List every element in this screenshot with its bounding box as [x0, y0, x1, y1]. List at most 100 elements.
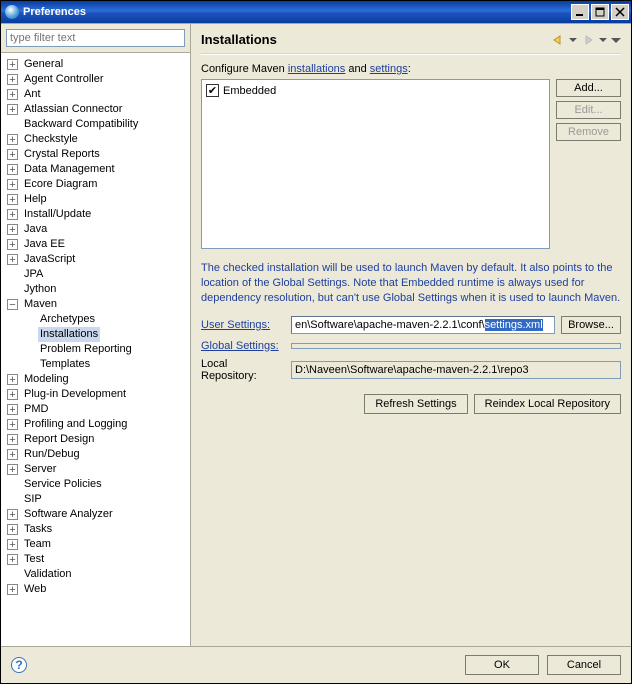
tree-item-ant[interactable]: Ant	[22, 87, 43, 102]
tree-item-agent-controller[interactable]: Agent Controller	[22, 72, 106, 87]
tree-spacer	[7, 479, 18, 490]
expand-icon[interactable]: +	[7, 584, 18, 595]
tree-spacer	[7, 569, 18, 580]
filter-input[interactable]	[6, 29, 185, 47]
expand-icon[interactable]: +	[7, 164, 18, 175]
tree-item-problem-reporting[interactable]: Problem Reporting	[38, 342, 134, 357]
expand-icon[interactable]: +	[7, 389, 18, 400]
configure-text: Configure Maven installations and settin…	[201, 63, 621, 75]
tree-item-archetypes[interactable]: Archetypes	[38, 312, 97, 327]
tree-item-web[interactable]: Web	[22, 582, 48, 597]
expand-icon[interactable]: +	[7, 239, 18, 250]
tree-item-server[interactable]: Server	[22, 462, 58, 477]
tree-item-checkstyle[interactable]: Checkstyle	[22, 132, 80, 147]
tree-item-modeling[interactable]: Modeling	[22, 372, 71, 387]
expand-icon[interactable]: +	[7, 104, 18, 115]
tree-item-crystal-reports[interactable]: Crystal Reports	[22, 147, 102, 162]
tree-spacer	[7, 284, 18, 295]
tree-item-validation[interactable]: Validation	[22, 567, 74, 582]
back-button[interactable]	[551, 33, 565, 47]
installations-list[interactable]: ✔ Embedded	[201, 79, 550, 249]
tree-item-data-management[interactable]: Data Management	[22, 162, 117, 177]
tree-item-templates[interactable]: Templates	[38, 357, 92, 372]
tree-item-plug-in-development[interactable]: Plug-in Development	[22, 387, 128, 402]
reindex-button[interactable]: Reindex Local Repository	[474, 394, 621, 414]
global-settings-link[interactable]: Global Settings:	[201, 340, 285, 352]
edit-button: Edit...	[556, 101, 621, 119]
expand-icon[interactable]: +	[7, 404, 18, 415]
expand-icon[interactable]: +	[7, 464, 18, 475]
expand-icon[interactable]: +	[7, 209, 18, 220]
cancel-button[interactable]: Cancel	[547, 655, 621, 675]
back-dropdown-icon[interactable]	[569, 36, 577, 44]
tree-item-help[interactable]: Help	[22, 192, 49, 207]
expand-icon[interactable]: +	[7, 524, 18, 535]
tree-item-jpa[interactable]: JPA	[22, 267, 45, 282]
global-settings-field	[291, 343, 621, 349]
preferences-tree[interactable]: + General + Agent Controller + Ant + Atlassian …	[1, 53, 190, 646]
expand-icon[interactable]: +	[7, 59, 18, 70]
expand-icon[interactable]: +	[7, 434, 18, 445]
user-settings-input[interactable]: en\Software\apache-maven-2.2.1\conf\sett…	[291, 316, 555, 334]
expand-icon[interactable]: +	[7, 224, 18, 235]
tree-item-run-debug[interactable]: Run/Debug	[22, 447, 82, 462]
tree-item-report-design[interactable]: Report Design	[22, 432, 96, 447]
expand-icon[interactable]: +	[7, 74, 18, 85]
tree-item-ecore-diagram[interactable]: Ecore Diagram	[22, 177, 99, 192]
expand-icon[interactable]: +	[7, 419, 18, 430]
expand-icon[interactable]: +	[7, 194, 18, 205]
titlebar: Preferences	[1, 1, 631, 23]
tree-item-jython[interactable]: Jython	[22, 282, 58, 297]
list-item-label: Embedded	[223, 85, 276, 97]
tree-item-team[interactable]: Team	[22, 537, 53, 552]
expand-icon[interactable]: +	[7, 449, 18, 460]
ok-button[interactable]: OK	[465, 655, 539, 675]
window-title: Preferences	[23, 6, 571, 18]
tree-item-install-update[interactable]: Install/Update	[22, 207, 93, 222]
checkbox-icon[interactable]: ✔	[206, 84, 219, 97]
tree-item-maven[interactable]: Maven	[22, 297, 59, 312]
tree-item-java-ee[interactable]: Java EE	[22, 237, 67, 252]
expand-icon[interactable]: +	[7, 179, 18, 190]
expand-icon[interactable]: +	[7, 374, 18, 385]
expand-icon[interactable]: +	[7, 134, 18, 145]
settings-link[interactable]: settings	[370, 63, 408, 75]
installations-link[interactable]: installations	[288, 63, 345, 75]
tree-item-installations[interactable]: Installations	[38, 327, 100, 342]
tree-item-backward-compatibility[interactable]: Backward Compatibility	[22, 117, 140, 132]
remove-button: Remove	[556, 123, 621, 141]
tree-item-atlassian-connector[interactable]: Atlassian Connector	[22, 102, 124, 117]
tree-item-test[interactable]: Test	[22, 552, 46, 567]
view-menu-icon[interactable]	[611, 35, 621, 45]
browse-button[interactable]: Browse...	[561, 316, 621, 334]
help-icon[interactable]: ?	[11, 657, 27, 673]
user-settings-link[interactable]: User Settings:	[201, 319, 285, 331]
expand-icon[interactable]: +	[7, 539, 18, 550]
tree-item-profiling-and-logging[interactable]: Profiling and Logging	[22, 417, 129, 432]
local-repository-label: Local Repository:	[201, 358, 285, 382]
collapse-icon[interactable]: −	[7, 299, 18, 310]
tree-spacer	[23, 359, 34, 370]
tree-item-javascript[interactable]: JavaScript	[22, 252, 77, 267]
expand-icon[interactable]: +	[7, 149, 18, 160]
tree-item-software-analyzer[interactable]: Software Analyzer	[22, 507, 115, 522]
tree-item-java[interactable]: Java	[22, 222, 49, 237]
add-button[interactable]: Add...	[556, 79, 621, 97]
expand-icon[interactable]: +	[7, 554, 18, 565]
tree-spacer	[23, 314, 34, 325]
expand-icon[interactable]: +	[7, 254, 18, 265]
expand-icon[interactable]: +	[7, 89, 18, 100]
tree-item-sip[interactable]: SIP	[22, 492, 44, 507]
close-button[interactable]	[611, 4, 629, 20]
tree-item-general[interactable]: General	[22, 57, 65, 72]
tree-item-pmd[interactable]: PMD	[22, 402, 50, 417]
local-repository-field: D:\Naveen\Software\apache-maven-2.2.1\re…	[291, 361, 621, 379]
list-item[interactable]: ✔ Embedded	[206, 84, 545, 97]
expand-icon[interactable]: +	[7, 509, 18, 520]
maximize-button[interactable]	[591, 4, 609, 20]
refresh-settings-button[interactable]: Refresh Settings	[364, 394, 467, 414]
tree-item-service-policies[interactable]: Service Policies	[22, 477, 104, 492]
minimize-button[interactable]	[571, 4, 589, 20]
tree-item-tasks[interactable]: Tasks	[22, 522, 54, 537]
forward-dropdown-icon[interactable]	[599, 36, 607, 44]
